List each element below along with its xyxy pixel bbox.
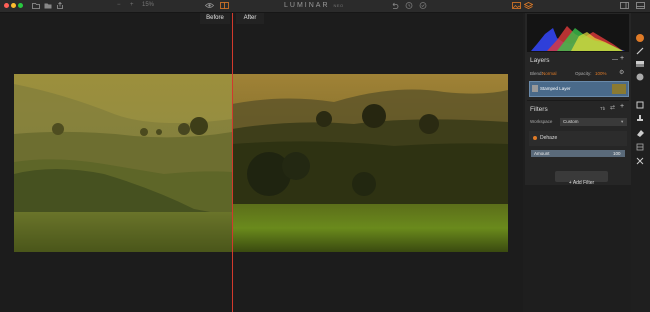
layer-thumbnail [532, 85, 538, 92]
after-label: After [236, 13, 264, 24]
blend-label: Blend: [530, 71, 543, 76]
layer-preview [612, 84, 626, 94]
layers-icon[interactable] [524, 2, 533, 9]
opacity-value[interactable]: 100% [595, 71, 607, 77]
zoom-out-button[interactable]: − [117, 2, 121, 9]
fullscreen-icon[interactable] [636, 2, 645, 9]
workspace-dropdown[interactable]: Custom ▾ [560, 118, 627, 126]
slider-label: Amount [534, 151, 550, 156]
compare-split-line[interactable] [232, 13, 233, 312]
opacity-label: Opacity: [575, 71, 592, 76]
zoom-window-button[interactable] [18, 3, 23, 8]
preset-icon[interactable] [419, 2, 427, 9]
brand-sub: NEO [333, 3, 344, 8]
share-icon[interactable] [56, 2, 64, 9]
panel-toggle-icon[interactable] [620, 2, 629, 9]
add-filter-label: + Add Filter [568, 180, 595, 186]
histogram [527, 14, 629, 52]
transform-icon[interactable] [635, 142, 645, 152]
zoom-in-button[interactable]: + [130, 2, 134, 9]
filters-text-icon[interactable]: Tb [600, 106, 605, 112]
undo-icon[interactable] [391, 2, 399, 9]
slider-value: 100 [613, 151, 621, 156]
before-label: Before [200, 13, 230, 24]
history-icon[interactable] [405, 2, 413, 9]
gradient-icon[interactable] [635, 59, 645, 69]
workspace-label: Workspace [530, 119, 553, 124]
split-icon[interactable] [635, 156, 645, 166]
panel-separator [527, 100, 629, 101]
filter-name: Dehaze [540, 135, 558, 141]
stamp-icon[interactable] [635, 114, 645, 124]
add-filter-button[interactable]: + Add Filter [555, 171, 608, 186]
layers-plus-icon[interactable]: + [620, 55, 624, 62]
layer-settings-icon[interactable]: ⚙ [619, 70, 624, 76]
filter-dehaze[interactable]: Dehaze [529, 131, 627, 146]
palette-icon[interactable] [635, 33, 645, 43]
workspace-value: Custom [563, 119, 579, 124]
close-window-button[interactable] [4, 3, 9, 8]
compare-icon[interactable] [220, 2, 229, 9]
filters-add-icon[interactable]: + [620, 103, 624, 110]
radial-icon[interactable] [635, 72, 645, 82]
blend-value[interactable]: Normal [542, 71, 557, 77]
minimize-window-button[interactable] [11, 3, 16, 8]
filters-title: Filters [530, 106, 548, 113]
layer-name: Stamped Layer [540, 86, 571, 91]
amount-slider[interactable]: Amount 100 [531, 150, 625, 157]
zoom-value[interactable]: 15% [142, 2, 154, 9]
open-icon[interactable] [44, 2, 52, 9]
layers-add-icon[interactable]: — [612, 57, 618, 63]
erase-icon[interactable] [635, 128, 645, 138]
chevron-down-icon: ▾ [621, 119, 624, 124]
brush-icon[interactable] [635, 46, 645, 56]
top-toolbar: − + 15% LUMINAR NEO [0, 0, 650, 13]
layer-row-stamped[interactable]: Stamped Layer [529, 81, 629, 97]
crop-icon[interactable] [635, 100, 645, 110]
folder-icon[interactable] [32, 2, 40, 9]
filter-enabled-icon[interactable] [533, 136, 537, 140]
filters-refresh-icon[interactable]: ⇄ [610, 105, 615, 111]
landscape-photo [14, 74, 508, 252]
image-export-icon[interactable] [512, 2, 521, 9]
brand-name: LUMINAR [284, 2, 330, 9]
eye-icon[interactable] [205, 2, 214, 9]
app-brand: LUMINAR NEO [284, 2, 344, 10]
layers-title: Layers [530, 57, 550, 64]
